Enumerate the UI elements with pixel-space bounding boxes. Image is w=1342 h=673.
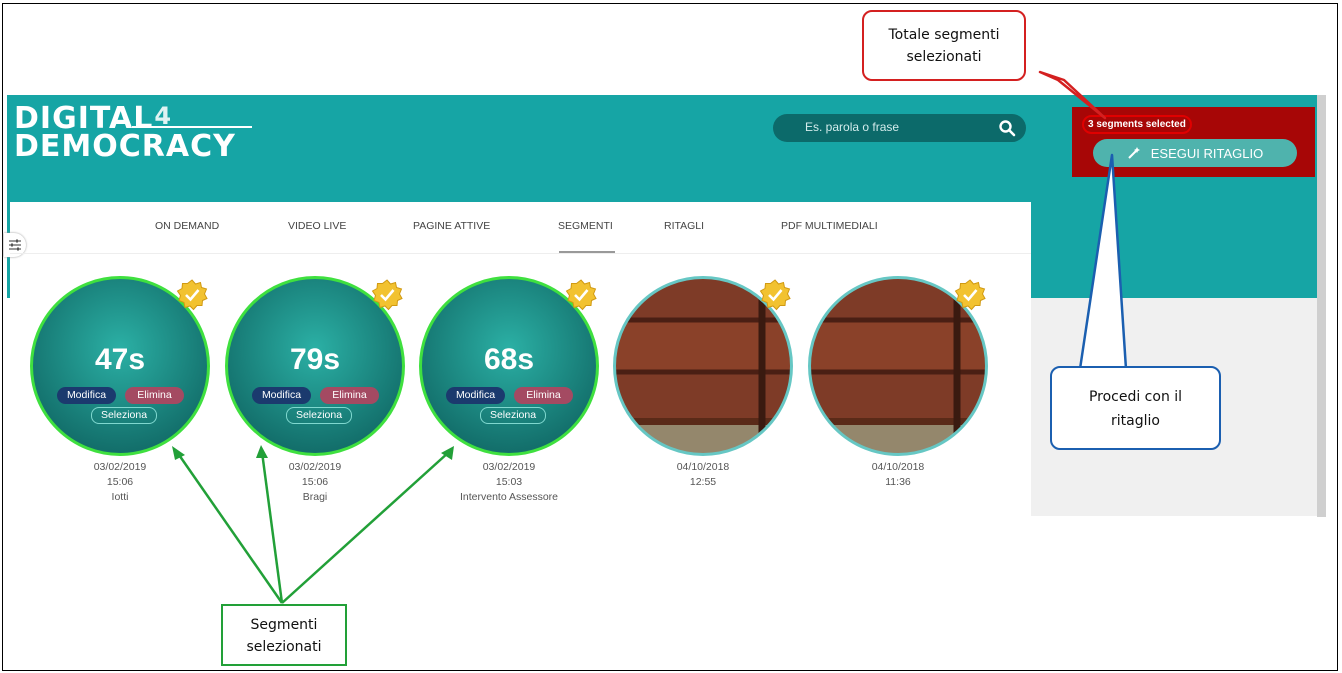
callout-pointer-red — [1038, 70, 1107, 120]
callout-line: Procedi con il — [1088, 389, 1183, 405]
annotation-arrows — [172, 70, 1128, 604]
callout-line: selezionati — [246, 639, 322, 655]
callout-selected-segments: Segmenti selezionati — [221, 604, 347, 666]
callout-line: selezionati — [906, 49, 982, 65]
arrowhead — [172, 446, 185, 460]
green-arrows — [175, 451, 450, 604]
callout-proceed: Procedi con il ritaglio — [1050, 366, 1221, 450]
callout-line: Totale segmenti — [888, 27, 1000, 43]
callout-line: Segmenti — [250, 617, 318, 633]
callout-line: ritaglio — [1111, 413, 1160, 429]
callout-total-selected: Totale segmenti selezionati — [862, 10, 1026, 81]
arrowhead — [256, 445, 268, 458]
callout-pointer-blue — [1078, 153, 1128, 370]
